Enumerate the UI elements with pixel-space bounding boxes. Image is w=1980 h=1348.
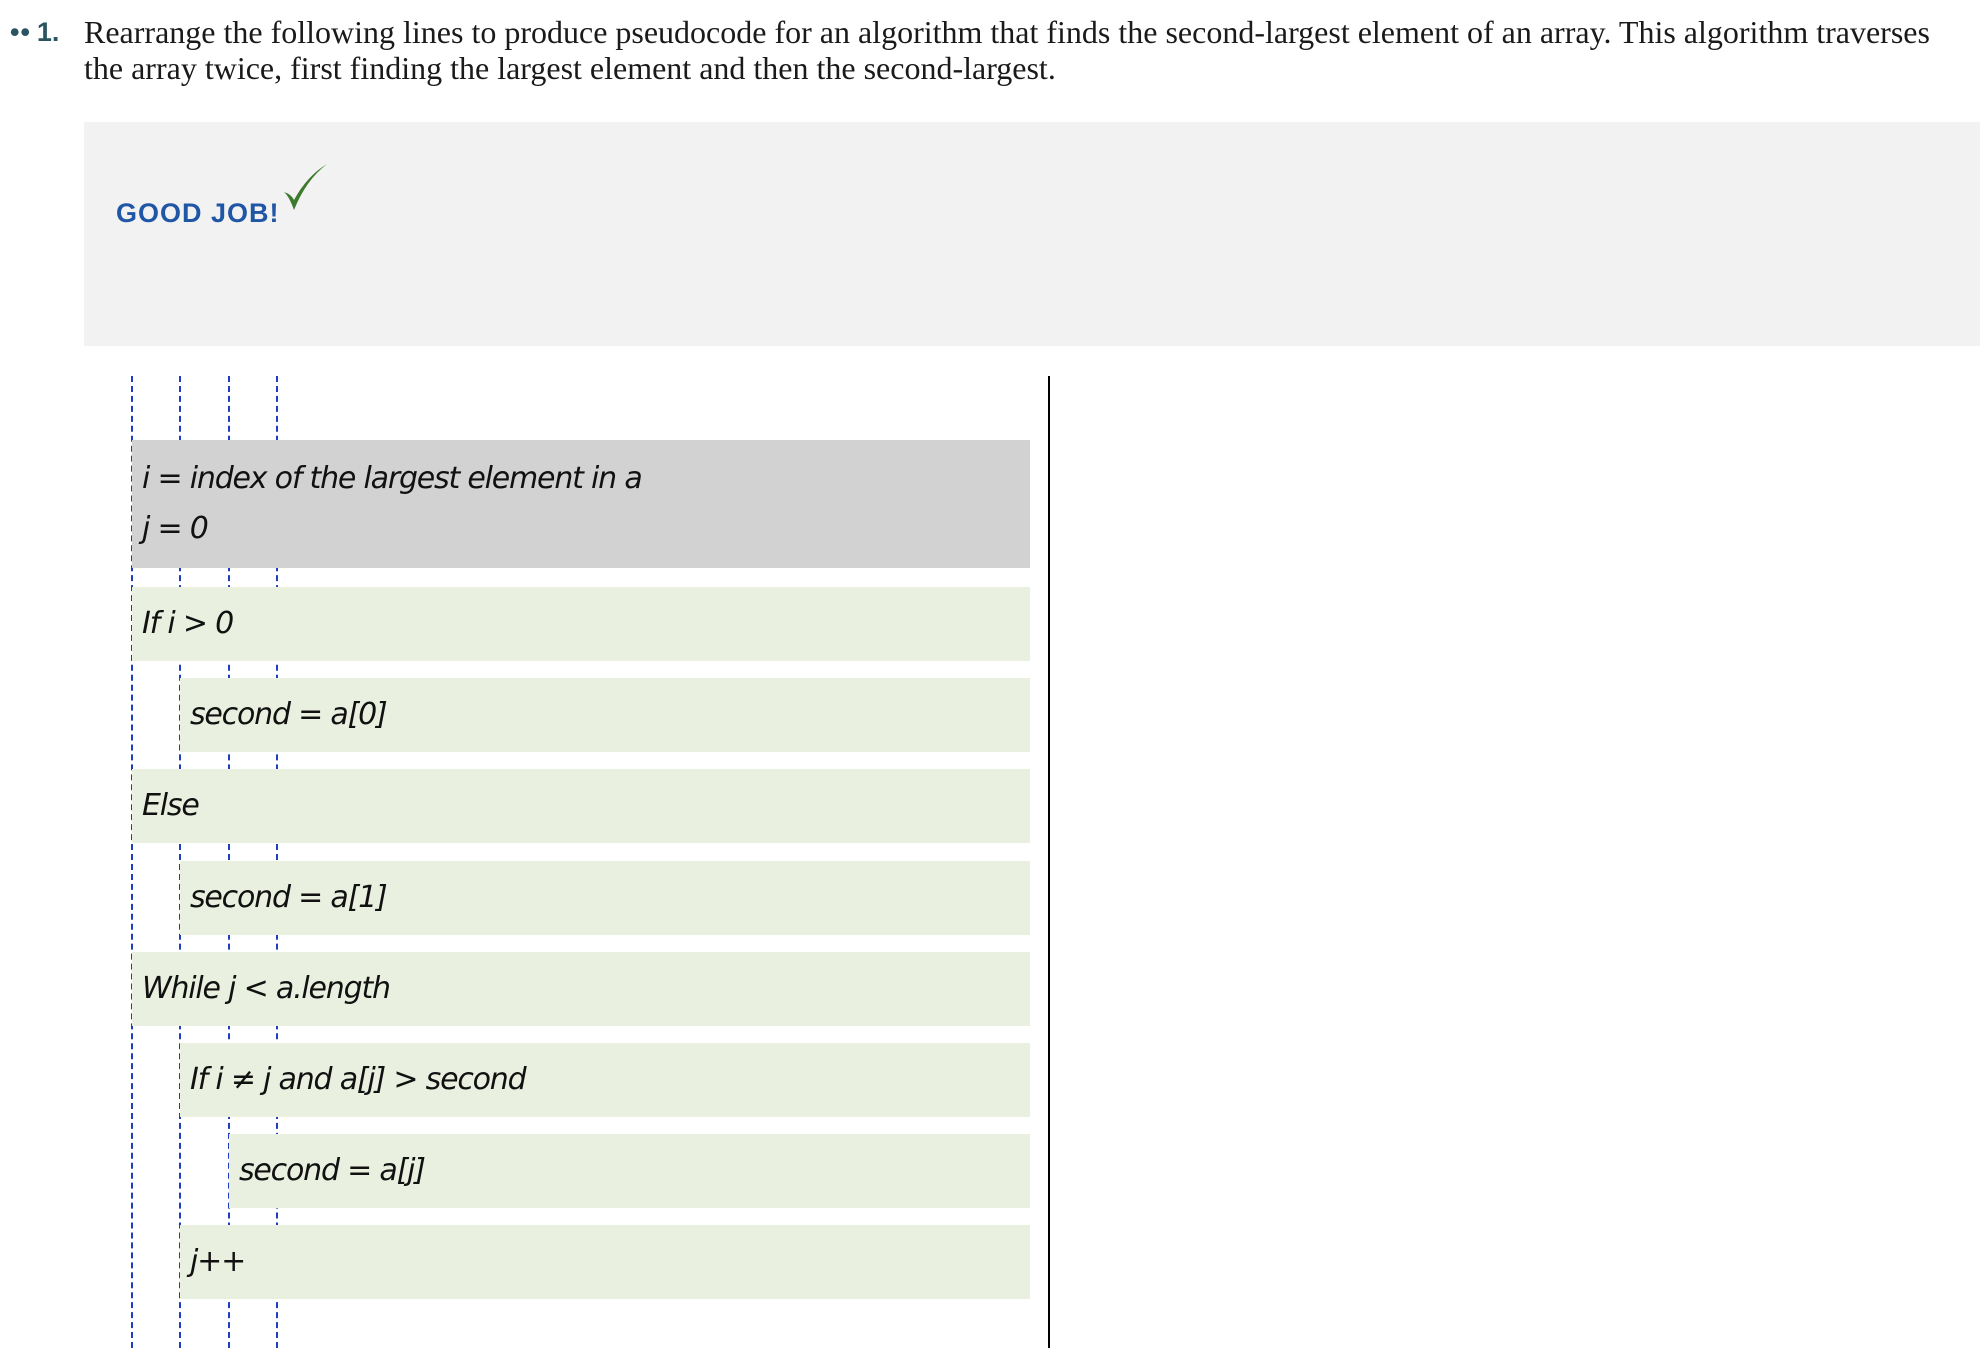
given-code-block: i = index of the largest element in a j =… <box>132 440 1030 568</box>
parsons-solution-area[interactable]: i = index of the largest element in a j =… <box>0 376 1980 1348</box>
code-line: Else <box>142 788 200 823</box>
code-line: i = index of the largest element in a <box>142 461 643 496</box>
code-block[interactable]: second = a[1] <box>180 861 1030 935</box>
question-number: 1. <box>36 17 60 47</box>
area-divider <box>1048 376 1050 1348</box>
code-block[interactable]: second = a[0] <box>180 678 1030 752</box>
code-line: If i ≠ j and a[j] > second <box>190 1062 527 1097</box>
code-line: second = a[1] <box>190 880 388 915</box>
code-line: j++ <box>190 1244 246 1279</box>
code-block[interactable]: Else <box>132 769 1030 843</box>
feedback-panel: GOOD JOB! <box>84 122 1980 346</box>
question-text: Rearrange the following lines to produce… <box>84 14 1930 86</box>
question: •• 1. Rearrange the following lines to pr… <box>10 14 1930 86</box>
code-block[interactable]: second = a[j] <box>229 1134 1030 1208</box>
code-line: If i > 0 <box>142 606 234 641</box>
code-block[interactable]: If i ≠ j and a[j] > second <box>180 1043 1030 1117</box>
code-block[interactable]: While j < a.length <box>132 952 1030 1026</box>
code-block[interactable]: If i > 0 <box>132 587 1030 661</box>
code-block[interactable]: j++ <box>180 1225 1030 1299</box>
code-line: j = 0 <box>142 511 209 546</box>
difficulty-dots: •• <box>10 17 31 47</box>
question-marker: •• 1. <box>10 14 59 50</box>
code-line: While j < a.length <box>142 971 391 1006</box>
code-line: second = a[j] <box>239 1153 426 1188</box>
checkmark-icon <box>284 164 327 210</box>
feedback-message: GOOD JOB! <box>116 198 280 228</box>
code-line: second = a[0] <box>190 697 388 732</box>
